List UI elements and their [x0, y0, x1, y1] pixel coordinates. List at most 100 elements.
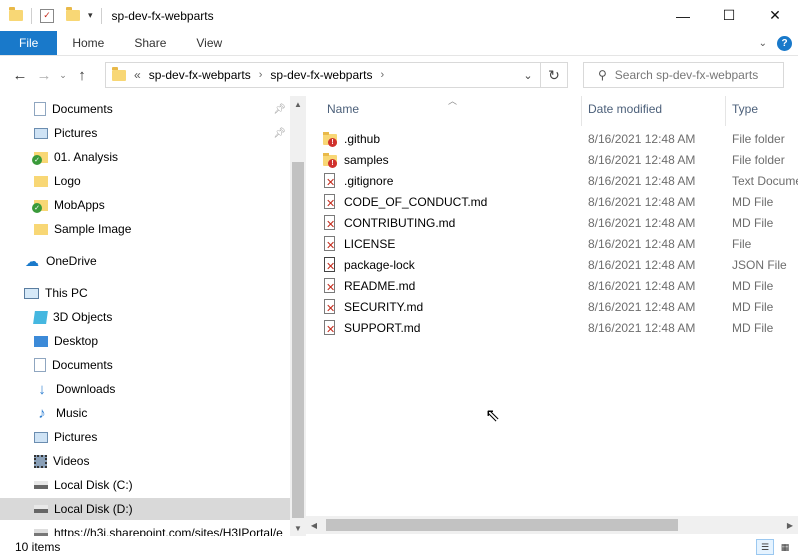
nav-item-pictures-quick[interactable]: Pictures 📌︎ [0, 122, 290, 144]
search-input[interactable]: ⚲ Search sp-dev-fx-webparts [583, 62, 784, 88]
close-button[interactable]: ✕ [752, 0, 798, 31]
nav-item-local-disk-d[interactable]: Local Disk (D:) [0, 498, 290, 520]
folder-icon [34, 175, 48, 187]
breadcrumb-item[interactable]: sp-dev-fx-webparts [270, 68, 372, 82]
nav-item-pictures[interactable]: Pictures [0, 426, 290, 448]
tab-home[interactable]: Home [57, 31, 119, 55]
computer-icon [24, 287, 39, 299]
search-placeholder: Search sp-dev-fx-webparts [614, 68, 759, 82]
nav-item-documents-quick[interactable]: Documents 📌︎ [0, 98, 290, 120]
breadcrumb-overflow[interactable]: « [134, 68, 141, 82]
nav-item-3d-objects[interactable]: 3D Objects [0, 306, 290, 328]
network-drive-icon [34, 529, 48, 536]
nav-item-label: Documents [52, 102, 113, 116]
nav-item-onedrive[interactable]: ☁ OneDrive [0, 250, 290, 272]
file-type: File folder [732, 131, 785, 146]
tab-share[interactable]: Share [119, 31, 181, 55]
title-bar: ✓ ▾ sp-dev-fx-webparts — ☐ ✕ [0, 0, 798, 31]
scrollbar-thumb[interactable] [326, 519, 678, 531]
nav-item-sample-image[interactable]: Sample Image [0, 218, 290, 240]
drive-icon [34, 481, 48, 489]
nav-vertical-scrollbar[interactable]: ▲ ▼ [290, 96, 306, 536]
file-row[interactable]: ✕ SUPPORT.md 8/16/2021 12:48 AM MD File [322, 317, 798, 338]
customize-toolbar-icon[interactable]: ▾ [88, 10, 93, 21]
nav-item-this-pc[interactable]: This PC [0, 282, 290, 304]
details-view-icon[interactable]: ☰ [756, 539, 774, 555]
folder-icon [9, 7, 23, 21]
file-row[interactable]: ✕ LICENSE 8/16/2021 12:48 AM File [322, 233, 798, 254]
file-row[interactable]: ✕ README.md 8/16/2021 12:48 AM MD File [322, 275, 798, 296]
nav-item-documents[interactable]: Documents [0, 354, 290, 376]
maximize-button[interactable]: ☐ [706, 0, 752, 31]
tab-file[interactable]: File [0, 31, 58, 55]
file-row[interactable]: ✕ package-lock 8/16/2021 12:48 AM JSON F… [322, 254, 798, 275]
file-type: JSON File [732, 257, 787, 272]
chevron-right-icon[interactable]: › [259, 69, 263, 81]
scrollbar-thumb[interactable] [292, 162, 304, 518]
column-header-date[interactable]: Date modified [588, 90, 662, 128]
nav-item-local-disk-c[interactable]: Local Disk (C:) [0, 474, 290, 496]
file-date: 8/16/2021 12:48 AM [588, 131, 696, 146]
column-header-name[interactable]: Name [327, 90, 359, 128]
file-error-icon: ✕ [322, 172, 338, 189]
scroll-right-icon[interactable]: ▶ [782, 516, 798, 534]
nav-item-desktop[interactable]: Desktop [0, 330, 290, 352]
nav-item-music[interactable]: ♪ Music [0, 402, 290, 424]
breadcrumb-item[interactable]: sp-dev-fx-webparts [149, 68, 251, 82]
column-divider[interactable] [581, 96, 582, 126]
file-date: 8/16/2021 12:48 AM [588, 236, 696, 251]
nav-item-01-analysis[interactable]: ✓ 01. Analysis [0, 146, 290, 168]
refresh-icon[interactable]: ↻ [541, 62, 568, 88]
pin-icon[interactable]: 📌︎ [273, 128, 286, 139]
file-date: 8/16/2021 12:48 AM [588, 215, 696, 230]
window-title: sp-dev-fx-webparts [111, 8, 214, 23]
tab-view[interactable]: View [181, 31, 237, 55]
content-horizontal-scrollbar[interactable]: ◀ ▶ [306, 516, 798, 534]
nav-item-logo[interactable]: Logo [0, 170, 290, 192]
file-error-icon: ✕ [322, 193, 338, 210]
file-type: File [732, 236, 752, 251]
file-type: MD File [732, 320, 774, 335]
chevron-down-icon[interactable]: ⌄ [516, 63, 540, 87]
recent-locations-icon[interactable]: ⌄ [56, 62, 70, 88]
nav-item-sharepoint[interactable]: https://h3i.sharepoint.com/sites/H3IPort… [0, 522, 290, 536]
mouse-cursor-icon: ⇖ [485, 405, 501, 425]
address-bar[interactable]: « sp-dev-fx-webparts › sp-dev-fx-webpart… [105, 62, 541, 88]
back-arrow-icon[interactable]: ← [8, 62, 32, 88]
help-icon[interactable]: ? [777, 35, 792, 51]
file-name: .gitignore [344, 173, 394, 188]
nav-item-label: Local Disk (D:) [54, 502, 133, 516]
nav-item-downloads[interactable]: ↓ Downloads [0, 378, 290, 400]
column-header-type[interactable]: Type [732, 90, 758, 128]
pictures-icon [34, 127, 48, 139]
minimize-button[interactable]: — [660, 0, 706, 31]
large-icons-view-icon[interactable]: ▦ [776, 539, 794, 555]
file-row[interactable]: ! .github 8/16/2021 12:48 AM File folder [322, 128, 798, 149]
file-row[interactable]: ✕ CODE_OF_CONDUCT.md 8/16/2021 12:48 AM … [322, 191, 798, 212]
file-row[interactable]: ! samples 8/16/2021 12:48 AM File folder [322, 149, 798, 170]
file-row[interactable]: ✕ .gitignore 8/16/2021 12:48 AM Text Doc… [322, 170, 798, 191]
up-arrow-icon[interactable]: ↑ [70, 62, 94, 88]
nav-item-videos[interactable]: Videos [0, 450, 290, 472]
file-name: package-lock [344, 257, 415, 272]
properties-icon[interactable]: ✓ [40, 8, 54, 23]
chevron-right-icon[interactable]: › [380, 69, 384, 81]
file-error-icon: ✕ [322, 319, 338, 336]
scroll-up-icon[interactable]: ▲ [290, 96, 306, 112]
file-list: ︿ Name Date modified Type ! .github 8/16… [306, 90, 798, 536]
file-type: MD File [732, 215, 774, 230]
file-row[interactable]: ✕ CONTRIBUTING.md 8/16/2021 12:48 AM MD … [322, 212, 798, 233]
new-folder-icon[interactable] [66, 7, 80, 21]
nav-item-mobapps[interactable]: ✓ MobApps [0, 194, 290, 216]
file-row[interactable]: ✕ SECURITY.md 8/16/2021 12:48 AM MD File [322, 296, 798, 317]
forward-arrow-icon[interactable]: → [32, 62, 56, 88]
pin-icon[interactable]: 📌︎ [273, 104, 286, 115]
nav-item-label: Logo [54, 174, 81, 188]
status-bar: 10 items ☰ ▦ [0, 536, 798, 558]
column-divider[interactable] [725, 96, 726, 126]
scroll-left-icon[interactable]: ◀ [306, 516, 322, 534]
expand-ribbon-icon[interactable]: ⌄ [759, 38, 767, 49]
nav-item-label: 3D Objects [53, 310, 113, 324]
scroll-down-icon[interactable]: ▼ [290, 520, 306, 536]
folder-icon [34, 223, 48, 235]
